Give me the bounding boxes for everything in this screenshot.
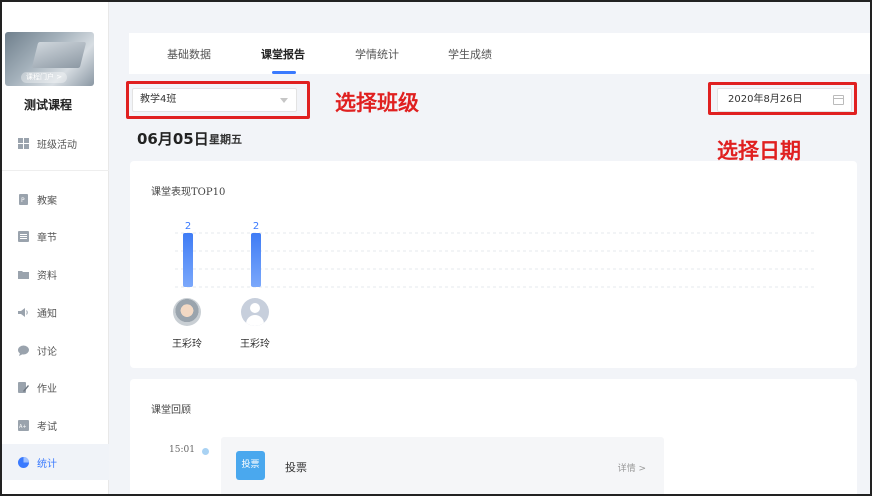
svg-text:P: P	[21, 197, 25, 204]
laptop-illustration	[31, 42, 87, 68]
sidebar-item-notices[interactable]: 通知	[2, 294, 109, 330]
tab-basic-data[interactable]: 基础数据	[167, 46, 211, 62]
sidebar-item-label: 讨论	[37, 346, 57, 358]
list-icon	[18, 230, 29, 242]
top10-card: 课堂表现TOP10 22 王彩玲 王彩玲	[130, 161, 857, 368]
sidebar-item-label: 通知	[37, 308, 57, 320]
chat-bubble-icon	[18, 345, 29, 356]
grid-icon	[18, 137, 29, 149]
sidebar-item-label: 考试	[37, 421, 57, 433]
student-name: 王彩玲	[172, 339, 202, 350]
report-date: 06月05日	[137, 130, 209, 148]
sidebar-item-label: 作业	[37, 383, 57, 395]
svg-text:A+: A+	[19, 424, 27, 430]
chart-data-label: 2	[185, 221, 191, 232]
sidebar-item-chapters[interactable]: 章节	[2, 218, 109, 254]
sidebar-item-label: 资料	[37, 270, 57, 282]
report-weekday: 星期五	[209, 133, 242, 146]
course-name: 测试课程	[23, 98, 72, 112]
class-review-title: 课堂回顾	[151, 405, 191, 416]
course-cover-image[interactable]: 课程门户 >	[5, 32, 94, 86]
active-tab-indicator	[272, 71, 296, 74]
report-tabs: 基础数据 课堂报告 学情统计 学生成绩	[129, 33, 870, 74]
activity-item[interactable]: 投票 投票 详情 >	[221, 437, 664, 494]
student-avatar-default[interactable]	[241, 298, 269, 326]
details-link[interactable]: 详情 >	[618, 461, 646, 474]
annotation-box-date	[708, 82, 857, 115]
student-avatar-photo[interactable]	[173, 298, 201, 326]
sidebar-item-label: 教案	[37, 195, 57, 207]
vote-badge-icon: 投票	[236, 451, 265, 480]
activity-time: 15:01	[169, 445, 195, 455]
tab-learning-stats[interactable]: 学情统计	[355, 46, 399, 62]
speaker-icon	[18, 307, 29, 318]
sidebar-item-discussion[interactable]: 讨论	[2, 332, 109, 368]
sidebar-item-lesson-plan[interactable]: P 教案	[2, 181, 109, 217]
activity-label: 投票	[285, 461, 307, 474]
annotation-select-class: 选择班级	[335, 91, 419, 115]
sidebar-item-label: 章节	[37, 232, 57, 244]
tab-class-report[interactable]: 课堂报告	[261, 46, 305, 62]
sidebar-item-label: 班级活动	[37, 139, 77, 151]
sidebar-item-statistics[interactable]: 统计	[2, 444, 109, 480]
sidebar-item-materials[interactable]: 资料	[2, 256, 109, 292]
sidebar-item-label: 统计	[37, 458, 57, 470]
sidebar-item-exams[interactable]: A+ 考试	[2, 407, 109, 443]
folder-icon	[18, 269, 29, 280]
exam-icon: A+	[18, 419, 29, 431]
pie-chart-icon	[18, 456, 29, 468]
annotation-box-class	[126, 81, 310, 119]
sidebar: 课程门户 > 测试课程 班级活动 P 教案 章节 资料 通知 讨论 作业 A+ …	[2, 2, 109, 494]
course-portal-link[interactable]: 课程门户 >	[21, 72, 68, 83]
student-name: 王彩玲	[240, 339, 270, 350]
tab-student-grades[interactable]: 学生成绩	[448, 46, 492, 62]
timeline-dot	[202, 448, 209, 455]
sidebar-item-homework[interactable]: 作业	[2, 369, 109, 405]
sidebar-item-class-activity[interactable]: 班级活动	[2, 125, 109, 161]
edit-icon	[18, 381, 29, 393]
chart-bar[interactable]	[251, 233, 261, 287]
chart-data-label: 2	[253, 221, 259, 232]
app-frame: 课程门户 > 测试课程 班级活动 P 教案 章节 资料 通知 讨论 作业 A+ …	[0, 0, 872, 496]
sidebar-divider	[2, 170, 109, 171]
document-icon: P	[18, 193, 29, 205]
chart-bar[interactable]	[183, 233, 193, 287]
